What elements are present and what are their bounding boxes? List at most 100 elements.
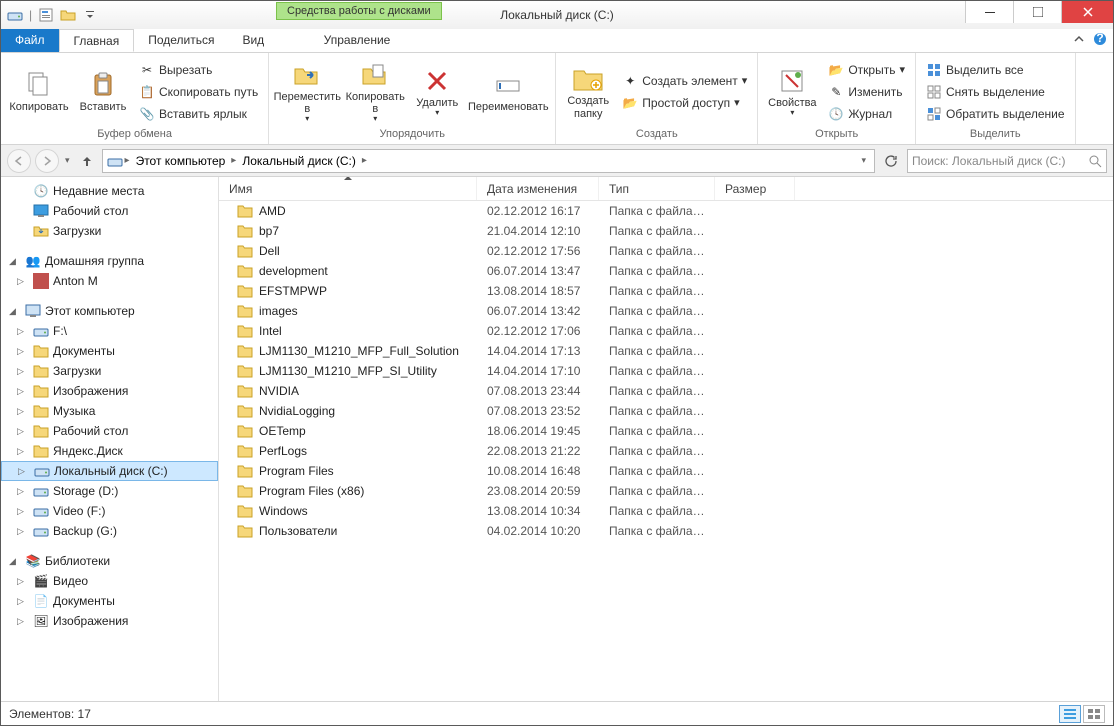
file-row[interactable]: Program Files10.08.2014 16:48Папка с фай… bbox=[219, 461, 1113, 481]
column-size[interactable]: Размер bbox=[715, 177, 795, 200]
search-icon[interactable] bbox=[1088, 154, 1102, 168]
sidebar-drive-item[interactable]: ▷F:\ bbox=[1, 321, 218, 341]
file-size bbox=[715, 430, 795, 432]
cut-button[interactable]: ✂Вырезать bbox=[135, 60, 262, 80]
properties-icon[interactable] bbox=[38, 7, 54, 23]
file-size bbox=[715, 250, 795, 252]
copy-to-button[interactable]: Копировать в▾ bbox=[343, 57, 407, 126]
file-size bbox=[715, 310, 795, 312]
minimize-button[interactable] bbox=[965, 1, 1013, 23]
file-row[interactable]: development06.07.2014 13:47Папка с файла… bbox=[219, 261, 1113, 281]
view-icons-button[interactable] bbox=[1083, 705, 1105, 723]
delete-button[interactable]: Удалить▾ bbox=[411, 57, 463, 126]
file-row[interactable]: Intel02.12.2012 17:06Папка с файлами bbox=[219, 321, 1113, 341]
forward-button[interactable] bbox=[35, 149, 59, 173]
invert-selection-button[interactable]: Обратить выделение bbox=[922, 104, 1069, 124]
sidebar-drive-item[interactable]: ▷Загрузки bbox=[1, 361, 218, 381]
sidebar-desktop[interactable]: Рабочий стол bbox=[1, 201, 218, 221]
file-row[interactable]: Пользователи04.02.2014 10:20Папка с файл… bbox=[219, 521, 1113, 541]
breadcrumb-current[interactable]: Локальный диск (C:) bbox=[238, 154, 360, 168]
file-row[interactable]: LJM1130_M1210_MFP_Full_Solution14.04.201… bbox=[219, 341, 1113, 361]
back-button[interactable] bbox=[7, 149, 31, 173]
copy-button[interactable]: Копировать bbox=[7, 57, 71, 126]
sidebar-drive-item[interactable]: ▷Storage (D:) bbox=[1, 481, 218, 501]
file-row[interactable]: NVIDIA07.08.2013 23:44Папка с файлами bbox=[219, 381, 1113, 401]
new-folder-icon[interactable] bbox=[60, 7, 76, 23]
file-row[interactable]: Dell02.12.2012 17:56Папка с файлами bbox=[219, 241, 1113, 261]
new-item-button[interactable]: ✦Создать элемент ▾ bbox=[618, 71, 751, 91]
search-field[interactable] bbox=[912, 154, 1088, 168]
sidebar-recent[interactable]: 🕓Недавние места bbox=[1, 181, 218, 201]
column-name[interactable]: Имя bbox=[219, 177, 477, 200]
file-row[interactable]: OETemp18.06.2014 19:45Папка с файлами bbox=[219, 421, 1113, 441]
sidebar-user[interactable]: ▷Anton M bbox=[1, 271, 218, 291]
tab-manage[interactable]: Управление bbox=[276, 29, 438, 51]
column-headers: Имя Дата изменения Тип Размер bbox=[219, 177, 1113, 201]
sidebar-drive-item[interactable]: ▷Video (F:) bbox=[1, 501, 218, 521]
sidebar-drive-item[interactable]: ▷Яндекс.Диск bbox=[1, 441, 218, 461]
paste-button[interactable]: Вставить bbox=[75, 57, 131, 126]
sidebar-this-pc[interactable]: ◢Этот компьютер bbox=[1, 301, 218, 321]
file-row[interactable]: EFSTMPWP13.08.2014 18:57Папка с файлами bbox=[219, 281, 1113, 301]
move-to-button[interactable]: Переместить в▾ bbox=[275, 57, 339, 126]
open-button[interactable]: 📂Открыть ▾ bbox=[824, 60, 909, 80]
maximize-button[interactable] bbox=[1013, 1, 1061, 23]
easy-access-button[interactable]: 📂Простой доступ ▾ bbox=[618, 93, 751, 113]
sidebar-drive-item[interactable]: ▷Изображения bbox=[1, 381, 218, 401]
file-row[interactable]: Program Files (x86)23.08.2014 20:59Папка… bbox=[219, 481, 1113, 501]
drive-icon bbox=[33, 443, 49, 459]
tab-home[interactable]: Главная bbox=[59, 29, 135, 52]
file-size bbox=[715, 230, 795, 232]
breadcrumb[interactable]: ▸ Этот компьютер ▸ Локальный диск (C:) ▸… bbox=[102, 149, 875, 173]
sidebar-libraries[interactable]: ◢📚Библиотеки bbox=[1, 551, 218, 571]
sidebar-library-item[interactable]: ▷🖼Изображения bbox=[1, 611, 218, 631]
new-folder-button[interactable]: Создать папку bbox=[562, 57, 614, 126]
sidebar-drive-item[interactable]: ▷Локальный диск (C:) bbox=[1, 461, 218, 481]
file-name: images bbox=[259, 304, 298, 318]
sidebar-drive-item[interactable]: ▷Backup (G:) bbox=[1, 521, 218, 541]
file-row[interactable]: bp721.04.2014 12:10Папка с файлами bbox=[219, 221, 1113, 241]
file-row[interactable]: PerfLogs22.08.2013 21:22Папка с файлами bbox=[219, 441, 1113, 461]
column-date[interactable]: Дата изменения bbox=[477, 177, 599, 200]
sidebar-drive-item[interactable]: ▷Музыка bbox=[1, 401, 218, 421]
sidebar-library-item[interactable]: ▷📄Документы bbox=[1, 591, 218, 611]
select-all-button[interactable]: Выделить все bbox=[922, 60, 1069, 80]
chevron-right-icon[interactable]: ▸ bbox=[231, 155, 236, 166]
select-none-button[interactable]: Снять выделение bbox=[922, 82, 1069, 102]
history-dropdown-icon[interactable]: ▾ bbox=[63, 155, 72, 166]
sidebar-drive-item[interactable]: ▷Документы bbox=[1, 341, 218, 361]
close-button[interactable] bbox=[1061, 1, 1113, 23]
breadcrumb-root[interactable]: Этот компьютер bbox=[132, 154, 230, 168]
paste-shortcut-button[interactable]: 📎Вставить ярлык bbox=[135, 104, 262, 124]
rename-button[interactable]: Переименовать bbox=[467, 57, 549, 126]
view-details-button[interactable] bbox=[1059, 705, 1081, 723]
search-input[interactable] bbox=[907, 149, 1107, 173]
help-icon[interactable]: ? bbox=[1093, 32, 1107, 46]
copy-path-button[interactable]: 📋Скопировать путь bbox=[135, 82, 262, 102]
file-row[interactable]: Windows13.08.2014 10:34Папка с файлами bbox=[219, 501, 1113, 521]
qat-dropdown-icon[interactable] bbox=[82, 7, 98, 23]
file-row[interactable]: images06.07.2014 13:42Папка с файлами bbox=[219, 301, 1113, 321]
up-button[interactable] bbox=[76, 150, 98, 172]
file-row[interactable]: LJM1130_M1210_MFP_SI_Utility14.04.2014 1… bbox=[219, 361, 1113, 381]
sidebar-library-item[interactable]: ▷🎬Видео bbox=[1, 571, 218, 591]
tab-share[interactable]: Поделиться bbox=[134, 29, 228, 52]
sidebar-item-label: Backup (G:) bbox=[53, 524, 117, 538]
file-row[interactable]: NvidiaLogging07.08.2013 23:52Папка с фай… bbox=[219, 401, 1113, 421]
tab-file[interactable]: Файл bbox=[1, 29, 59, 52]
chevron-right-icon[interactable]: ▸ bbox=[362, 155, 367, 166]
file-type: Папка с файлами bbox=[599, 523, 715, 539]
history-button[interactable]: 🕓Журнал bbox=[824, 104, 909, 124]
sidebar-homegroup[interactable]: ◢👥Домашняя группа bbox=[1, 251, 218, 271]
ribbon-collapse-icon[interactable] bbox=[1073, 33, 1085, 45]
edit-button[interactable]: ✎Изменить bbox=[824, 82, 909, 102]
column-type[interactable]: Тип bbox=[599, 177, 715, 200]
refresh-button[interactable] bbox=[879, 149, 903, 173]
chevron-right-icon[interactable]: ▸ bbox=[125, 155, 130, 166]
sidebar-downloads[interactable]: Загрузки bbox=[1, 221, 218, 241]
file-row[interactable]: AMD02.12.2012 16:17Папка с файлами bbox=[219, 201, 1113, 221]
properties-button[interactable]: Свойства▾ bbox=[764, 57, 820, 126]
tab-view[interactable]: Вид bbox=[228, 29, 278, 52]
address-dropdown-icon[interactable]: ▾ bbox=[857, 155, 870, 166]
sidebar-drive-item[interactable]: ▷Рабочий стол bbox=[1, 421, 218, 441]
